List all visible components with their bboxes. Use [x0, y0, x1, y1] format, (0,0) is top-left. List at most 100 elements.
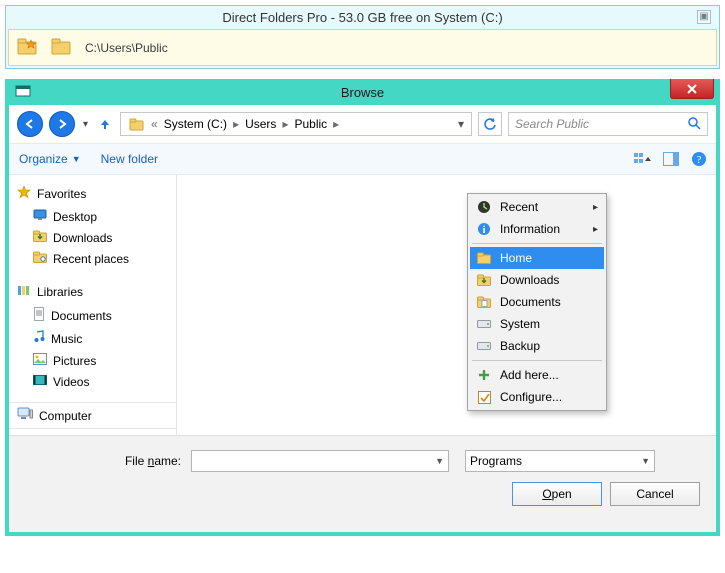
banner-body: C:\Users\Public: [8, 29, 717, 66]
filter-combobox[interactable]: Programs ▼: [465, 450, 655, 472]
picture-icon: [33, 353, 47, 368]
help-button[interactable]: ?: [690, 150, 708, 168]
video-icon: [33, 374, 47, 389]
tree-item-desktop[interactable]: Desktop: [15, 206, 170, 227]
drive-icon: [476, 341, 492, 351]
chevron-right-icon: ▸: [233, 117, 239, 131]
preview-pane-button[interactable]: [662, 150, 680, 168]
menu-label: System: [500, 317, 540, 331]
view-options-button[interactable]: [634, 150, 652, 168]
downloads-folder-icon: [33, 230, 47, 245]
drive-icon: [476, 319, 492, 329]
menu-item-configure[interactable]: Configure...: [470, 386, 604, 408]
new-folder-button[interactable]: New folder: [101, 152, 158, 166]
toolbar: Organize ▼ New folder ?: [9, 143, 716, 175]
menu-label: Configure...: [500, 390, 562, 404]
menu-item-backup[interactable]: Backup: [470, 335, 604, 357]
main-split: Favorites Desktop Downloads Recent place…: [9, 175, 716, 435]
downloads-folder-icon: [476, 274, 492, 286]
breadcrumb-seg-0[interactable]: System (C:): [160, 115, 231, 133]
breadcrumb-dropdown-icon[interactable]: ▾: [453, 115, 469, 133]
up-button[interactable]: [96, 115, 114, 133]
folder-icon: [476, 252, 492, 264]
tree-item-label: Computer: [39, 409, 92, 423]
menu-item-recent[interactable]: Recent ▸: [470, 196, 604, 218]
computer-icon: [17, 407, 33, 424]
info-icon: i: [476, 222, 492, 236]
music-icon: [33, 330, 45, 347]
desktop-icon: [33, 209, 47, 224]
menu-separator: [472, 243, 602, 244]
direct-folders-banner: Direct Folders Pro - 53.0 GB free on Sys…: [5, 5, 720, 69]
breadcrumb-root-icon[interactable]: [125, 115, 149, 133]
content-pane[interactable]: Recent ▸ i Information ▸ Home Downloads: [177, 175, 716, 435]
menu-item-information[interactable]: i Information ▸: [470, 218, 604, 240]
organize-button[interactable]: Organize ▼: [19, 152, 81, 166]
document-icon: [33, 307, 45, 324]
menu-label: Documents: [500, 295, 561, 309]
tree-group-favorites[interactable]: Favorites: [15, 183, 170, 206]
menu-label: Recent: [500, 200, 538, 214]
cancel-button[interactable]: Cancel: [610, 482, 700, 506]
window-title-text: Browse: [341, 85, 384, 100]
menu-item-home[interactable]: Home: [470, 247, 604, 269]
forward-button[interactable]: [49, 111, 75, 137]
menu-item-system[interactable]: System: [470, 313, 604, 335]
tree-group-libraries[interactable]: Libraries: [15, 281, 170, 304]
tree-favorites-label: Favorites: [37, 187, 86, 201]
favorite-folder-icon: [17, 36, 39, 59]
menu-item-downloads[interactable]: Downloads: [470, 269, 604, 291]
refresh-button[interactable]: [478, 112, 502, 136]
breadcrumb-root-sep: «: [151, 117, 158, 131]
menu-label: Home: [500, 251, 532, 265]
banner-title-text: Direct Folders Pro - 53.0 GB free on Sys…: [222, 10, 502, 25]
svg-text:?: ?: [697, 154, 702, 166]
window-icon: [15, 83, 31, 102]
search-input[interactable]: Search Public: [508, 112, 708, 136]
history-dropdown-icon[interactable]: ▾: [81, 119, 90, 130]
menu-item-add-here[interactable]: Add here...: [470, 364, 604, 386]
banner-close-button[interactable]: ▣: [697, 10, 711, 24]
add-icon: [476, 369, 492, 381]
open-button[interactable]: Open: [512, 482, 602, 506]
browse-window: Browse ▾ « System (C:) ▸ Users ▸ Public …: [5, 79, 720, 536]
tree-item-pictures[interactable]: Pictures: [15, 350, 170, 371]
filename-input[interactable]: ▼: [191, 450, 449, 472]
menu-label: Downloads: [500, 273, 559, 287]
menu-separator: [472, 360, 602, 361]
folder-icon: [51, 36, 73, 59]
menu-item-documents[interactable]: Documents: [470, 291, 604, 313]
tree-item-documents[interactable]: Documents: [15, 304, 170, 327]
chevron-down-icon: ▼: [435, 456, 444, 466]
tree-item-label: Videos: [53, 375, 89, 389]
banner-title: Direct Folders Pro - 53.0 GB free on Sys…: [8, 8, 717, 29]
breadcrumb-seg-2[interactable]: Public: [290, 115, 331, 133]
tree-item-label: Documents: [51, 309, 112, 323]
tree-item-label: Desktop: [53, 210, 97, 224]
tree-item-computer[interactable]: Computer: [9, 402, 176, 429]
submenu-arrow-icon: ▸: [593, 224, 598, 235]
tree-item-videos[interactable]: Videos: [15, 371, 170, 392]
search-icon: [687, 116, 701, 133]
chevron-right-icon: ▸: [282, 117, 288, 131]
tree-item-label: Pictures: [53, 354, 96, 368]
banner-path-text: C:\Users\Public: [85, 41, 168, 55]
breadcrumb[interactable]: « System (C:) ▸ Users ▸ Public ▸ ▾: [120, 112, 472, 136]
breadcrumb-seg-0-label: System (C:): [164, 117, 227, 131]
svg-text:i: i: [483, 225, 486, 236]
chevron-right-icon: ▸: [333, 117, 339, 131]
breadcrumb-seg-1-label: Users: [245, 117, 276, 131]
tree-item-downloads[interactable]: Downloads: [15, 227, 170, 248]
back-button[interactable]: [17, 111, 43, 137]
bottom-bar: File name: ▼ Programs ▼ Open Cancel: [9, 435, 716, 532]
window-titlebar: Browse: [9, 79, 716, 105]
organize-label: Organize: [19, 152, 68, 166]
tree-item-music[interactable]: Music: [15, 327, 170, 350]
breadcrumb-seg-1[interactable]: Users: [241, 115, 280, 133]
window-close-button[interactable]: [670, 79, 714, 99]
submenu-arrow-icon: ▸: [593, 202, 598, 213]
tree-libraries-label: Libraries: [37, 285, 83, 299]
tree-item-recent-places[interactable]: Recent places: [15, 248, 170, 269]
documents-folder-icon: [476, 296, 492, 308]
filename-label: File name:: [25, 454, 185, 468]
